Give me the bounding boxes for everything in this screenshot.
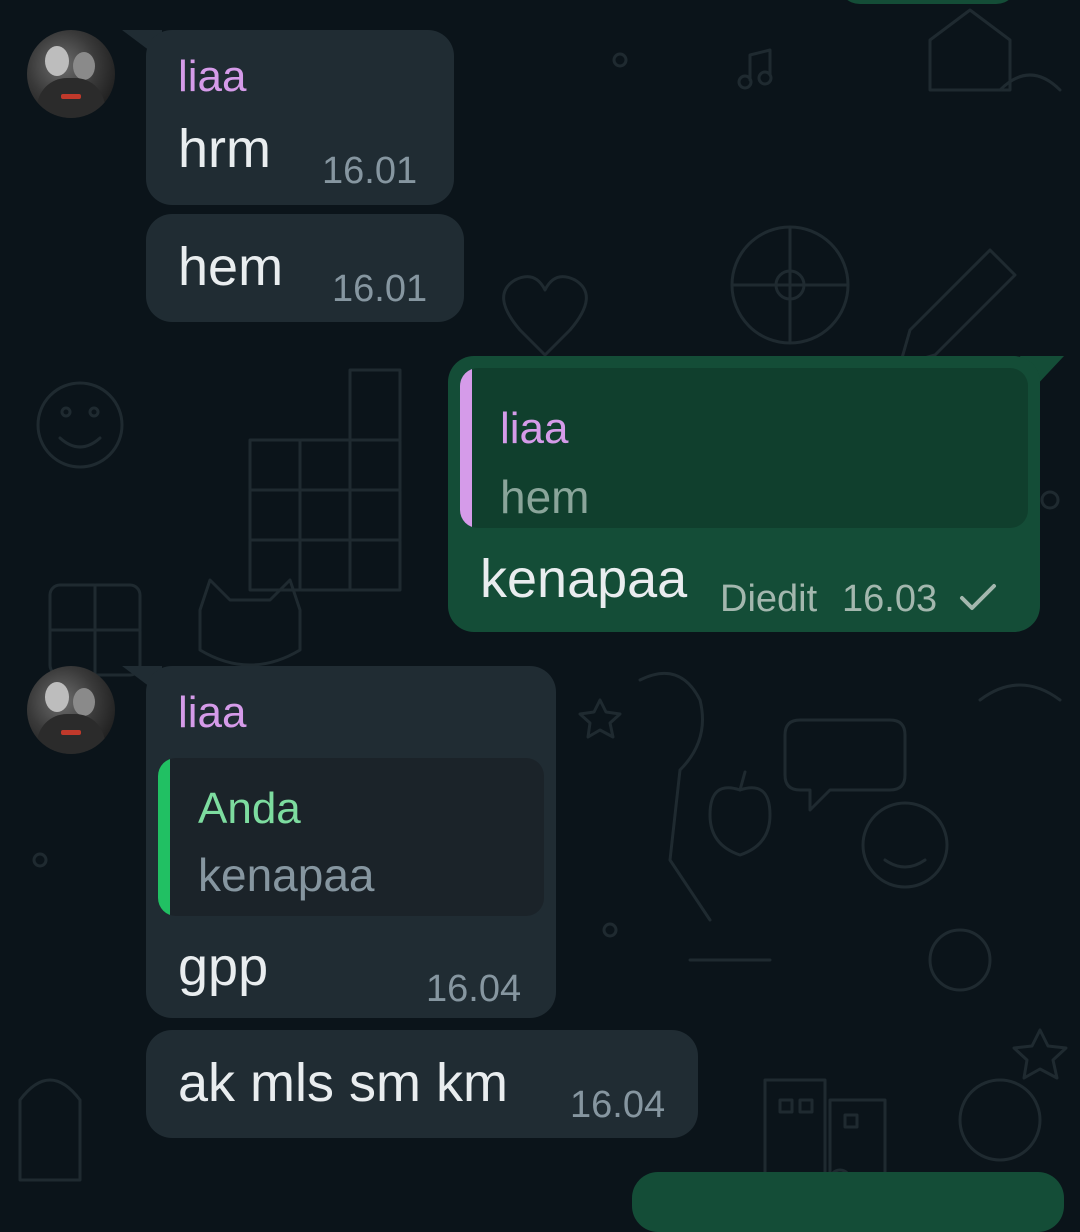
avatar-photo bbox=[45, 46, 69, 76]
message-bubble-partial[interactable] bbox=[838, 0, 1018, 4]
message-time: 16.04 bbox=[426, 968, 522, 1010]
message-time: 16.04 bbox=[570, 1084, 666, 1126]
quote-text: kenapaa bbox=[198, 849, 375, 901]
message-text: ak mls sm km bbox=[178, 1053, 508, 1113]
message-bubble[interactable]: hem 16.01 bbox=[146, 214, 464, 322]
message-bubble-partial[interactable] bbox=[632, 1172, 1064, 1232]
avatar-photo bbox=[73, 688, 95, 716]
avatar[interactable] bbox=[27, 30, 115, 118]
check-icon bbox=[960, 584, 996, 610]
reply-quote[interactable]: liaa hem bbox=[460, 368, 1028, 528]
quote-author: Anda bbox=[198, 784, 301, 833]
message-text: kenapaa bbox=[480, 549, 688, 609]
message-time: 16.01 bbox=[322, 150, 418, 192]
avatar-photo bbox=[45, 682, 69, 712]
message-bubble[interactable]: liaa hem kenapaa Diedit 16.03 bbox=[448, 356, 1040, 632]
avatar-photo bbox=[73, 52, 95, 80]
message-time: 16.01 bbox=[332, 268, 428, 310]
message-bubble[interactable]: liaa hrm 16.01 bbox=[146, 30, 454, 205]
sender-name[interactable]: liaa bbox=[178, 52, 247, 102]
edited-label: Diedit bbox=[720, 578, 818, 620]
message-bubble[interactable]: ak mls sm km 16.04 bbox=[146, 1030, 698, 1138]
quote-text: hem bbox=[500, 471, 590, 523]
message-time: 16.03 bbox=[842, 578, 938, 620]
message-text: gpp bbox=[178, 937, 269, 997]
quote-author: liaa bbox=[500, 404, 569, 453]
message-bubble[interactable]: liaa Anda kenapaa gpp 16.04 bbox=[146, 666, 556, 1018]
quote-bar bbox=[158, 758, 170, 916]
avatar-photo bbox=[61, 730, 81, 735]
sender-name[interactable]: liaa bbox=[178, 688, 247, 738]
quote-bar bbox=[460, 368, 472, 528]
avatar[interactable] bbox=[27, 666, 115, 754]
reply-quote[interactable]: Anda kenapaa bbox=[158, 758, 544, 916]
message-text: hem bbox=[178, 237, 284, 297]
avatar-photo bbox=[61, 94, 81, 99]
message-text: hrm bbox=[178, 119, 271, 179]
